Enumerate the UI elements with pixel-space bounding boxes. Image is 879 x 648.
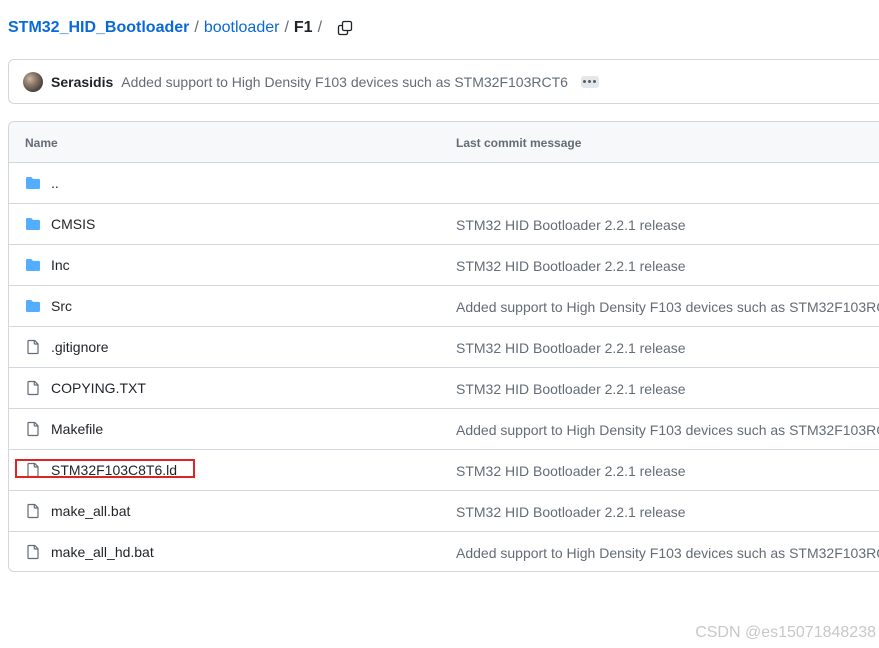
- file-icon: [25, 462, 41, 478]
- table-header: Name Last commit message: [9, 122, 879, 163]
- table-row[interactable]: .gitignore STM32 HID Bootloader 2.2.1 rel…: [9, 327, 879, 368]
- expand-commit-button[interactable]: [580, 75, 599, 88]
- column-header-last-commit: Last commit message: [456, 136, 582, 150]
- last-commit-message-link[interactable]: Added support to High Density F103 devic…: [456, 422, 879, 438]
- file-name-link[interactable]: .gitignore: [51, 339, 109, 355]
- file-icon: [25, 380, 41, 396]
- table-row[interactable]: Src Added support to High Density F103 de…: [9, 286, 879, 327]
- ellipsis-icon: [588, 80, 592, 83]
- last-commit-message-link[interactable]: STM32 HID Bootloader 2.2.1 release: [456, 463, 686, 479]
- breadcrumb-separator: /: [194, 19, 199, 36]
- file-table: Name Last commit message .. CMSIS STM32 HI…: [8, 121, 879, 572]
- copy-path-button[interactable]: [335, 18, 355, 38]
- breadcrumb-folder-link[interactable]: bootloader: [204, 19, 280, 37]
- file-name-link[interactable]: Src: [51, 298, 72, 314]
- folder-icon: [25, 216, 41, 232]
- ellipsis-icon: [593, 80, 597, 83]
- watermark: CSDN @es15071848238: [695, 624, 876, 641]
- last-commit-message-link[interactable]: STM32 HID Bootloader 2.2.1 release: [456, 504, 686, 520]
- file-icon: [25, 421, 41, 437]
- table-row[interactable]: Makefile Added support to High Density F1…: [9, 409, 879, 450]
- latest-commit-box: Serasidis Added support to High Density …: [8, 59, 879, 104]
- table-row[interactable]: COPYING.TXT STM32 HID Bootloader 2.2.1 re…: [9, 368, 879, 409]
- last-commit-message-link[interactable]: STM32 HID Bootloader 2.2.1 release: [456, 340, 686, 356]
- file-name-link[interactable]: COPYING.TXT: [51, 380, 146, 396]
- table-row[interactable]: make_all_hd.bat Added support to High Den…: [9, 532, 879, 571]
- file-name-link[interactable]: STM32F103C8T6.ld: [51, 462, 177, 478]
- table-row[interactable]: CMSIS STM32 HID Bootloader 2.2.1 release: [9, 204, 879, 245]
- file-icon: [25, 544, 41, 560]
- last-commit-message-link[interactable]: Added support to High Density F103 devic…: [456, 299, 879, 315]
- avatar[interactable]: [23, 71, 43, 92]
- file-name-link[interactable]: Makefile: [51, 421, 103, 437]
- table-row[interactable]: ..: [9, 163, 879, 204]
- file-rows: .. CMSIS STM32 HID Bootloader 2.2.1 releas…: [9, 163, 879, 571]
- file-name-link[interactable]: Inc: [51, 257, 70, 273]
- file-name-link[interactable]: make_all_hd.bat: [51, 544, 154, 560]
- column-header-name: Name: [25, 136, 58, 150]
- page: STM32_HID_Bootloader / bootloader / F1 /…: [0, 0, 879, 648]
- file-name-link[interactable]: ..: [51, 175, 59, 191]
- folder-icon: [25, 298, 41, 314]
- table-row[interactable]: Inc STM32 HID Bootloader 2.2.1 release: [9, 245, 879, 286]
- folder-icon: [25, 257, 41, 273]
- file-name-link[interactable]: CMSIS: [51, 216, 95, 232]
- breadcrumb: STM32_HID_Bootloader / bootloader / F1 /: [8, 17, 355, 39]
- commit-author[interactable]: Serasidis: [51, 74, 113, 90]
- commit-message[interactable]: Added support to High Density F103 devic…: [121, 74, 568, 90]
- file-icon: [25, 339, 41, 355]
- folder-icon: [25, 175, 41, 191]
- ellipsis-icon: [583, 80, 587, 83]
- breadcrumb-current: F1: [293, 19, 313, 36]
- breadcrumb-separator: /: [317, 19, 323, 36]
- last-commit-message-link[interactable]: Added support to High Density F103 devic…: [456, 545, 879, 561]
- table-row[interactable]: STM32F103C8T6.ld STM32 HID Bootloader 2.2…: [9, 450, 879, 491]
- last-commit-message-link[interactable]: STM32 HID Bootloader 2.2.1 release: [456, 381, 686, 397]
- breadcrumb-separator: /: [284, 19, 289, 36]
- last-commit-message-link[interactable]: STM32 HID Bootloader 2.2.1 release: [456, 258, 686, 274]
- table-row[interactable]: make_all.bat STM32 HID Bootloader 2.2.1 r…: [9, 491, 879, 532]
- copy-icon: [337, 20, 353, 36]
- last-commit-message-link[interactable]: STM32 HID Bootloader 2.2.1 release: [456, 217, 686, 233]
- file-icon: [25, 503, 41, 519]
- breadcrumb-repo-link[interactable]: STM32_HID_Bootloader: [8, 19, 189, 37]
- file-name-link[interactable]: make_all.bat: [51, 503, 130, 519]
